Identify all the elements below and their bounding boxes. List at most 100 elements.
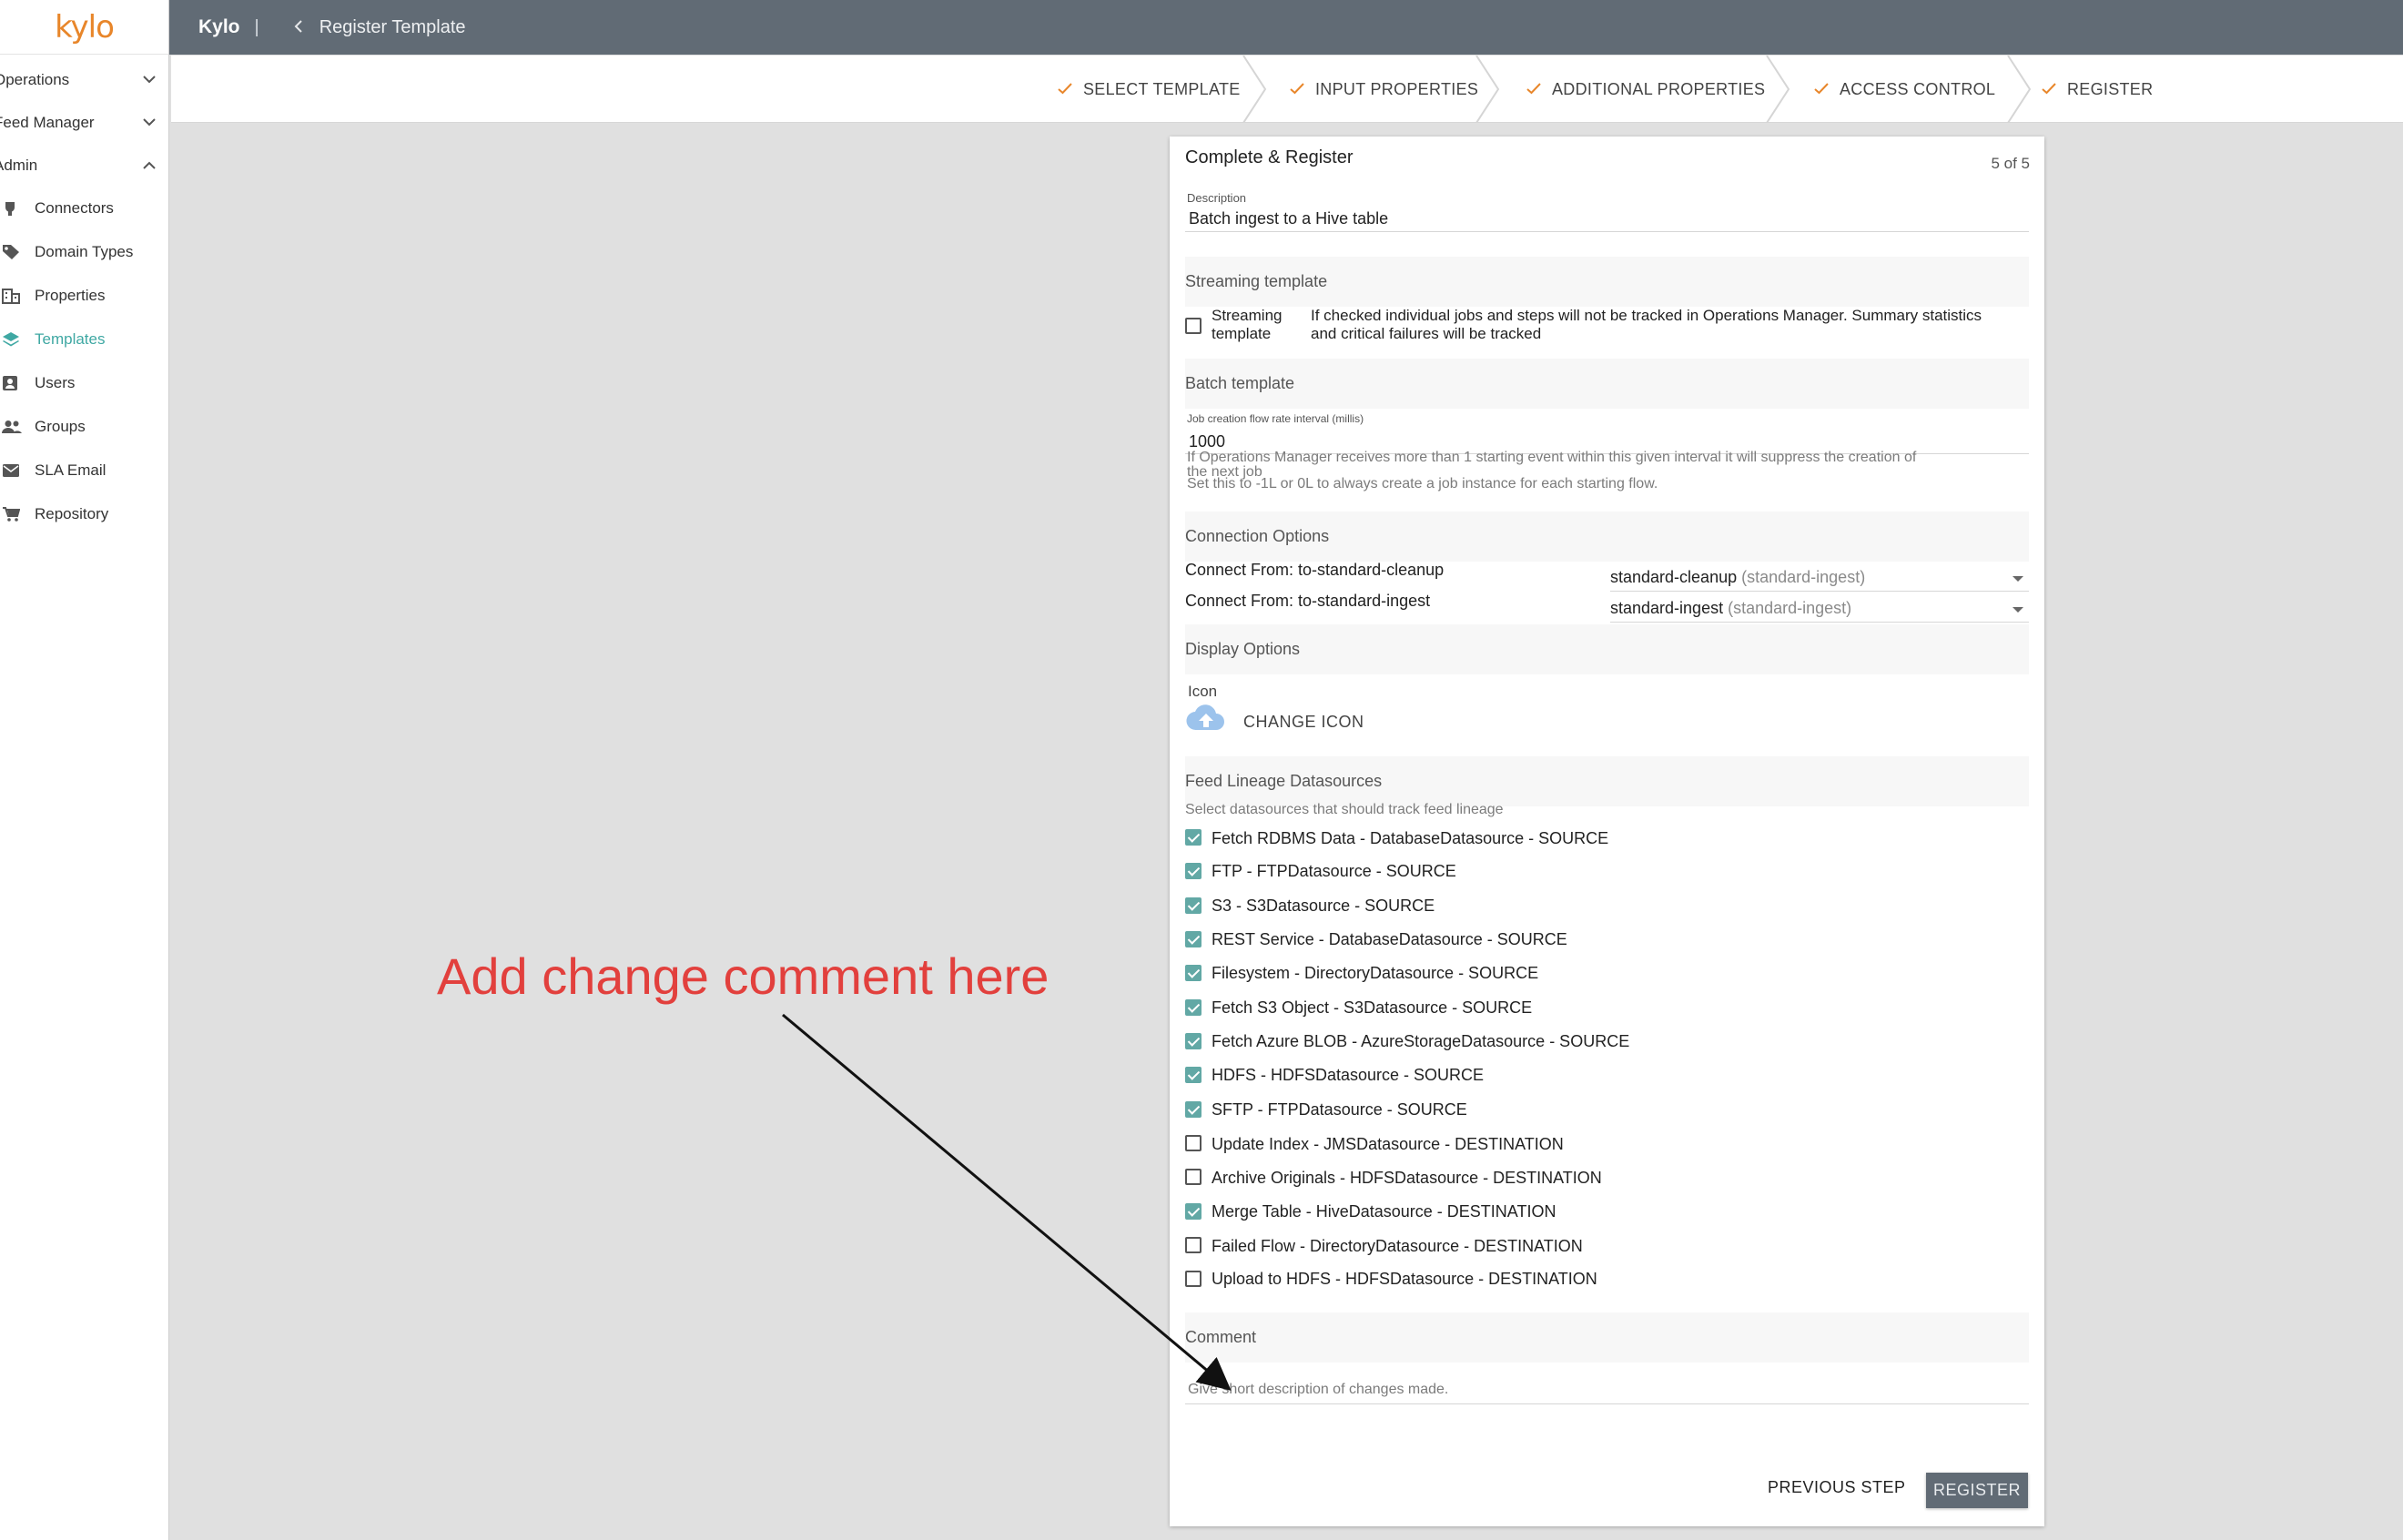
sidebar-item-templates[interactable]: Templates — [0, 318, 168, 361]
lineage-item-label: REST Service - DatabaseDatasource - SOUR… — [1212, 930, 1567, 948]
lineage-item-label: Filesystem - DirectoryDatasource - SOURC… — [1212, 964, 1539, 982]
sidebar-item-properties[interactable]: Properties — [0, 274, 168, 318]
sidebar-item-groups[interactable]: Groups — [0, 405, 168, 449]
description-label: Description — [1187, 191, 1247, 205]
step-label: SELECT TEMPLATE — [1083, 79, 1241, 98]
checkbox-label-line: Streaming — [1212, 307, 1283, 324]
section-title: Comment — [1185, 1328, 1257, 1346]
checkmark-icon — [1814, 80, 1829, 99]
register-button[interactable]: REGISTER — [1926, 1473, 2029, 1508]
lineage-checkbox[interactable] — [1185, 1033, 1202, 1049]
streaming-checkbox-label: Streaming template — [1212, 307, 1282, 343]
lineage-checkbox[interactable] — [1185, 1271, 1202, 1287]
select-value: standard-cleanup (standard-ingest) — [1610, 568, 1865, 586]
connection-select-cleanup[interactable]: standard-cleanup (standard-ingest) — [1610, 568, 2029, 592]
lineage-item-label: S3 - S3Datasource - SOURCE — [1212, 897, 1435, 915]
flow-rate-field[interactable]: 1000 — [1189, 432, 1225, 451]
sidebar-item-label: Domain Types — [35, 243, 134, 260]
lineage-item-label: Fetch Azure BLOB - AzureStorageDatasourc… — [1212, 1032, 1630, 1050]
step-select-template[interactable]: SELECT TEMPLATE — [1058, 56, 1241, 123]
description-underline — [1185, 231, 2029, 232]
step-label: REGISTER — [2067, 79, 2154, 98]
lineage-checkbox[interactable] — [1185, 965, 1202, 981]
lineage-checkbox[interactable] — [1185, 1169, 1202, 1185]
sidebar-item-repository[interactable]: Repository — [0, 492, 168, 536]
step-label: ADDITIONAL PROPERTIES — [1552, 79, 1766, 98]
sidebar-group-admin[interactable]: Admin — [0, 144, 168, 187]
lineage-item-label: Archive Originals - HDFSDatasource - DES… — [1212, 1169, 1602, 1187]
logo-area[interactable]: kylo — [0, 0, 168, 55]
complete-register-card: Complete & Register 5 of 5 Description B… — [1170, 137, 2044, 1526]
streaming-checkbox[interactable] — [1185, 318, 1202, 334]
step-label: INPUT PROPERTIES — [1315, 79, 1479, 98]
step-input-properties[interactable]: INPUT PROPERTIES — [1290, 56, 1478, 123]
stepper: SELECT TEMPLATE INPUT PROPERTIES ADDITIO… — [171, 56, 2403, 123]
sidebar-item-label: Groups — [35, 418, 86, 435]
app-name[interactable]: Kylo — [198, 16, 240, 38]
lineage-checkbox[interactable] — [1185, 863, 1202, 879]
sidebar-item-users[interactable]: Users — [0, 361, 168, 405]
lineage-checkbox[interactable] — [1185, 897, 1202, 914]
kylo-logo[interactable]: kylo — [55, 9, 115, 46]
sidebar-item-label: Users — [35, 374, 76, 391]
connection-select-ingest[interactable]: standard-ingest (standard-ingest) — [1610, 599, 2029, 623]
lineage-item-label: Update Index - JMSDatasource - DESTINATI… — [1212, 1135, 1564, 1153]
comment-input[interactable]: Give short description of changes made. — [1185, 1382, 2029, 1404]
cart-icon — [0, 506, 35, 522]
lineage-checkbox[interactable] — [1185, 931, 1202, 947]
checkmark-icon — [1526, 80, 1541, 99]
lineage-checkbox[interactable] — [1185, 1101, 1202, 1118]
step-access-control[interactable]: ACCESS CONTROL — [1814, 56, 1995, 123]
connection-from-label: Connect From: to-standard-cleanup — [1185, 561, 1445, 579]
step-additional-properties[interactable]: ADDITIONAL PROPERTIES — [1526, 56, 1765, 123]
lineage-item-label: Fetch RDBMS Data - DatabaseDatasource - … — [1212, 829, 1609, 847]
checkmark-icon — [1058, 80, 1072, 99]
select-value-sub: (standard-ingest) — [1728, 599, 1852, 617]
chevron-down-icon — [143, 115, 156, 130]
flow-rate-label: Job creation flow rate interval (millis) — [1187, 412, 1364, 425]
section-title: Feed Lineage Datasources — [1185, 772, 1383, 790]
streaming-help-text: If checked individual jobs and steps wil… — [1311, 307, 1982, 343]
sidebar-item-domain-types[interactable]: Domain Types — [0, 230, 168, 274]
layers-icon — [0, 331, 35, 348]
sidebar-item-sla-email[interactable]: SLA Email — [0, 449, 168, 492]
lineage-checkbox[interactable] — [1185, 1135, 1202, 1151]
section-title: Display Options — [1185, 640, 1301, 658]
sidebar-group-label: Feed Manager — [0, 113, 95, 131]
select-value-sub: (standard-ingest) — [1741, 568, 1866, 586]
help-line: and critical failures will be tracked — [1311, 325, 1542, 342]
lineage-checkbox[interactable] — [1185, 1067, 1202, 1083]
lineage-checkbox[interactable] — [1185, 999, 1202, 1016]
select-underline — [1610, 622, 2029, 623]
sidebar-group-feed-manager[interactable]: Feed Manager — [0, 101, 168, 144]
sidebar-item-label: SLA Email — [35, 461, 106, 479]
lineage-checkbox[interactable] — [1185, 1203, 1202, 1220]
lineage-checkbox[interactable] — [1185, 829, 1202, 846]
card-title: Complete & Register — [1185, 147, 1354, 167]
comment-underline — [1185, 1403, 2029, 1404]
description-field[interactable]: Batch ingest to a Hive table — [1189, 209, 1388, 228]
checkmark-icon — [2042, 80, 2056, 99]
lineage-item-label: Merge Table - HiveDatasource - DESTINATI… — [1212, 1202, 1556, 1221]
previous-step-button[interactable]: PREVIOUS STEP — [1768, 1478, 1906, 1497]
streaming-section-header: Streaming template — [1185, 257, 2029, 307]
lineage-checkbox[interactable] — [1185, 1237, 1202, 1253]
back-chevron-icon[interactable] — [294, 18, 303, 37]
group-icon — [0, 420, 35, 434]
change-icon-button[interactable]: CHANGE ICON — [1243, 713, 1364, 732]
sidebar-item-label: Properties — [35, 287, 106, 304]
comment-placeholder: Give short description of changes made. — [1188, 1382, 1449, 1397]
sidebar-item-connectors[interactable]: Connectors — [0, 187, 168, 230]
top-bar: Kylo | Register Template — [169, 0, 2403, 55]
lineage-item-label: FTP - FTPDatasource - SOURCE — [1212, 862, 1456, 880]
cloud-upload-icon[interactable] — [1185, 704, 1227, 736]
checkbox-label-line: template — [1212, 325, 1272, 342]
chevron-down-icon — [143, 72, 156, 87]
step-label: ACCESS CONTROL — [1840, 79, 1996, 98]
lineage-item-label: Fetch S3 Object - S3Datasource - SOURCE — [1212, 998, 1533, 1017]
step-register[interactable]: REGISTER — [2042, 56, 2153, 123]
user-icon — [0, 375, 35, 391]
sidebar-item-label: Repository — [35, 505, 109, 522]
lineage-item-label: HDFS - HDFSDatasource - SOURCE — [1212, 1066, 1485, 1084]
sidebar-group-operations[interactable]: Operations — [0, 58, 168, 101]
